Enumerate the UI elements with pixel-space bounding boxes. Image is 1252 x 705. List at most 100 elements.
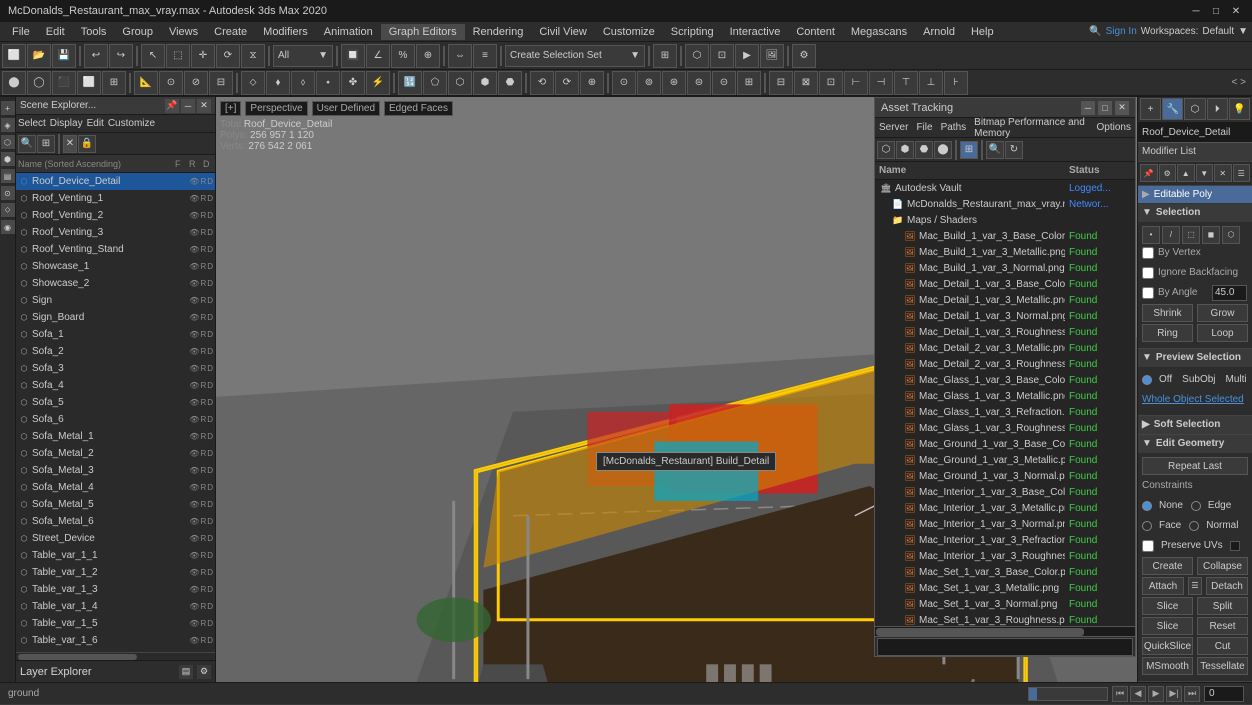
list-item[interactable]: ⬡ Sofa_6 👁RD	[16, 411, 215, 428]
ml-config[interactable]: ⚙	[1159, 164, 1177, 182]
tb2-btn-19[interactable]: ⬢	[473, 71, 497, 95]
quickslice-button[interactable]: QuickSlice	[1142, 637, 1193, 655]
ap-menu-paths[interactable]: Paths	[941, 122, 967, 133]
list-item[interactable]: ⬡ Roof_Venting_2 👁RD	[16, 207, 215, 224]
tb2-btn-11[interactable]: ⬧	[266, 71, 290, 95]
mp-element-icon[interactable]: ⬡	[1222, 226, 1240, 244]
ml-move-down[interactable]: ▼	[1196, 164, 1214, 182]
mp-motion-icon[interactable]: ⏵	[1207, 98, 1228, 120]
repeat-last-button[interactable]: Repeat Last	[1142, 457, 1248, 475]
list-item[interactable]: 🖼 Mac_Interior_1_var_3_Normal.png Found	[875, 516, 1135, 532]
tb2-btn-32[interactable]: ⊡	[819, 71, 843, 95]
list-item[interactable]: 🖼 Mac_Ground_1_var_3_Normal.png Found	[875, 468, 1135, 484]
list-item[interactable]: ⬡ Table_var_1_3 👁RD	[16, 581, 215, 598]
mp-object-name[interactable]: Roof_Device_Detail	[1138, 123, 1252, 143]
list-item[interactable]: 🖼 Mac_Ground_1_var_3_Metallic.png Found	[875, 452, 1135, 468]
whole-object-selected[interactable]: Whole Object Selected	[1142, 394, 1244, 405]
loop-button[interactable]: Loop	[1197, 324, 1248, 342]
mirror-button[interactable]: ⇔	[448, 44, 472, 68]
list-item[interactable]: ⬡ Sofa_4 👁RD	[16, 377, 215, 394]
ap-menu-file[interactable]: File	[916, 122, 932, 133]
left-icon-1[interactable]: +	[1, 101, 15, 115]
list-item[interactable]: 🖼 Mac_Set_1_var_3_Base_Color.png Found	[875, 564, 1135, 580]
list-item[interactable]: 🖼 Mac_Set_1_var_3_Normal.png Found	[875, 596, 1135, 612]
list-item[interactable]: 🖼 Mac_Interior_1_var_3_Base_Color.png Fo…	[875, 484, 1135, 500]
menu-tools[interactable]: Tools	[73, 24, 115, 40]
layer-explorer-toggle[interactable]: ▤	[179, 665, 193, 679]
more-options[interactable]: ⚙	[792, 44, 816, 68]
list-item[interactable]: 🖼 Mac_Glass_1_var_3_Refraction.png Found	[875, 404, 1135, 420]
list-item[interactable]: ⬡ Sofa_Metal_1 👁RD	[16, 428, 215, 445]
mp-modify-icon[interactable]: 🔧	[1162, 98, 1183, 120]
ap-menu-options[interactable]: Options	[1097, 122, 1131, 133]
se-tb-lock[interactable]: 🔒	[78, 135, 96, 153]
spinner-snap[interactable]: ⊕	[416, 44, 440, 68]
list-item[interactable]: ⬡ Sofa_2 👁RD	[16, 343, 215, 360]
slice-button[interactable]: Slice	[1142, 617, 1193, 635]
by-angle-checkbox[interactable]	[1142, 287, 1154, 299]
tb2-btn-25[interactable]: ⊚	[637, 71, 661, 95]
menu-modifiers[interactable]: Modifiers	[255, 24, 316, 40]
go-end-button[interactable]: ⏭	[1184, 686, 1200, 702]
list-item[interactable]: ⬡ Roof_Venting_3 👁RD	[16, 224, 215, 241]
ap-tb-1[interactable]: ⬡	[877, 141, 895, 159]
se-scrollbar[interactable]	[16, 652, 215, 660]
list-item[interactable]: ⬡ Roof_Venting_1 👁RD	[16, 190, 215, 207]
left-icon-6[interactable]: ⊙	[1, 186, 15, 200]
select-button[interactable]: ↖	[141, 44, 165, 68]
tb2-btn-3[interactable]: ⬛	[52, 71, 76, 95]
ap-tb-2[interactable]: ⬢	[896, 141, 914, 159]
mp-vertex-icon[interactable]: •	[1142, 226, 1160, 244]
list-item[interactable]: 🖼 Mac_Interior_1_var_3_Metallic.png Foun…	[875, 500, 1135, 516]
angle-input[interactable]	[1212, 285, 1247, 301]
tb2-btn-7[interactable]: ⊙	[159, 71, 183, 95]
attach-button[interactable]: Attach	[1142, 577, 1184, 595]
left-icon-7[interactable]: ⬦	[1, 203, 15, 217]
ap-tb-4[interactable]: ⬤	[934, 141, 952, 159]
material-editor[interactable]: ⬡	[685, 44, 709, 68]
ml-move-up[interactable]: ▲	[1177, 164, 1195, 182]
tb2-btn-9[interactable]: ⊟	[209, 71, 233, 95]
mp-section-soft-header[interactable]: ▶ Soft Selection	[1138, 416, 1252, 434]
ap-tb-7[interactable]: ↻	[1005, 141, 1023, 159]
mp-hierarchy-icon[interactable]: ⬡	[1184, 98, 1205, 120]
tb2-btn-28[interactable]: ⊝	[712, 71, 736, 95]
list-item[interactable]: 🖼 Mac_Glass_1_var_3_Base_Color.png Found	[875, 372, 1135, 388]
render-button[interactable]: 🖼	[760, 44, 784, 68]
tb2-btn-22[interactable]: ⟳	[555, 71, 579, 95]
ignore-backfacing-checkbox[interactable]	[1142, 267, 1154, 279]
left-icon-2[interactable]: ◈	[1, 118, 15, 132]
mp-create-icon[interactable]: +	[1140, 98, 1161, 120]
ap-path-input[interactable]	[877, 638, 1133, 656]
menu-civil-view[interactable]: Civil View	[531, 24, 594, 40]
list-item[interactable]: 🖼 Mac_Build_1_var_3_Base_Color.png Found	[875, 228, 1135, 244]
new-button[interactable]: ⬜	[2, 44, 26, 68]
ap-close[interactable]: ✕	[1115, 101, 1129, 115]
render-frame[interactable]: ▶	[735, 44, 759, 68]
se-tb-1[interactable]: 🔍	[18, 135, 36, 153]
minimize-button[interactable]: ─	[1188, 3, 1204, 19]
tb2-btn-26[interactable]: ⊛	[662, 71, 686, 95]
se-tb-filter[interactable]: ✕	[63, 135, 77, 153]
save-button[interactable]: 💾	[52, 44, 76, 68]
by-vertex-checkbox[interactable]	[1142, 247, 1154, 259]
list-item[interactable]: 🖼 Mac_Detail_1_var_3_Base_Color.png Foun…	[875, 276, 1135, 292]
ml-delete[interactable]: ✕	[1214, 164, 1232, 182]
se-item-roof-device-detail[interactable]: ⬡ Roof_Device_Detail 👁RD	[16, 173, 215, 190]
split-button[interactable]: Split	[1197, 597, 1248, 615]
ap-h-scrollbar[interactable]	[875, 626, 1135, 636]
mp-section-editgeo-header[interactable]: ▼ Edit Geometry	[1138, 435, 1252, 453]
rotate-button[interactable]: ⟳	[216, 44, 240, 68]
tb2-btn-34[interactable]: ⊣	[869, 71, 893, 95]
ap-tb-3[interactable]: ⬣	[915, 141, 933, 159]
se-menu-display[interactable]: Display	[50, 118, 83, 129]
menu-rendering[interactable]: Rendering	[465, 24, 532, 40]
se-menu-customize[interactable]: Customize	[108, 118, 155, 129]
menu-interactive[interactable]: Interactive	[722, 24, 789, 40]
undo-button[interactable]: ↩	[84, 44, 108, 68]
tb2-btn-10[interactable]: ⬦	[241, 71, 265, 95]
left-icon-5[interactable]: ▤	[1, 169, 15, 183]
se-list[interactable]: ⬡ Roof_Device_Detail 👁RD ⬡ Roof_Venting_…	[16, 173, 215, 652]
se-close-button[interactable]: ✕	[197, 99, 211, 113]
tb2-btn-5[interactable]: ⊞	[102, 71, 126, 95]
